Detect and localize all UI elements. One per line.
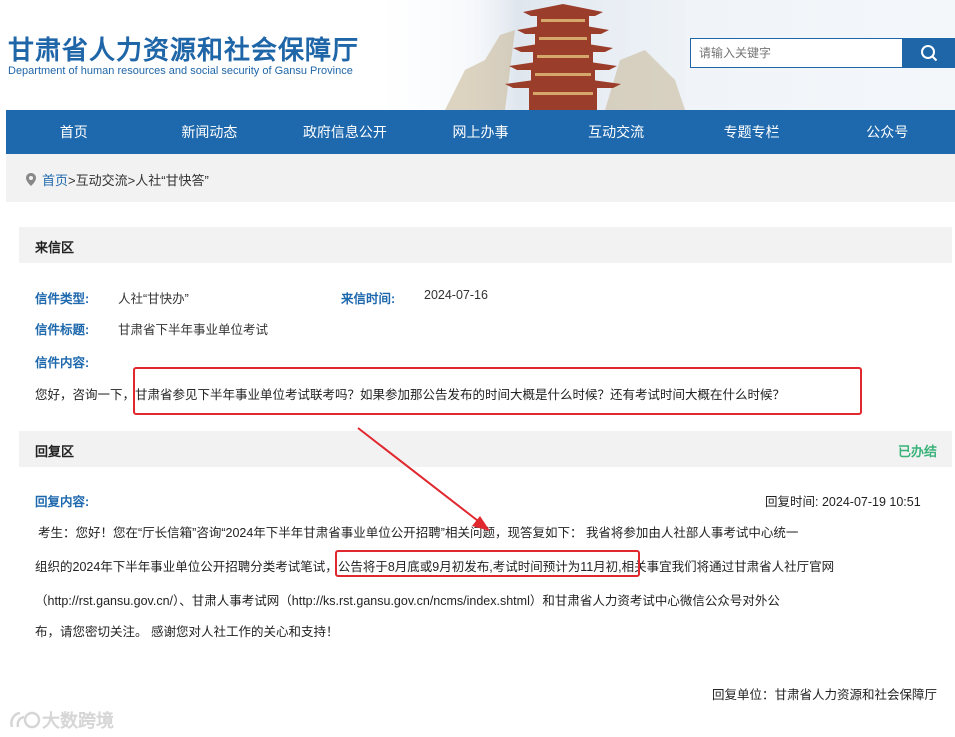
reply-line-4: 布，请您密切关注。 感谢您对人社工作的关心和支持！: [35, 625, 339, 639]
reply-line-1: 考生：您好！您在“厅长信箱”咨询“2024年下半年甘肃省事业单位公开招聘”相关问…: [38, 526, 799, 540]
reply-unit: 回复单位：甘肃省人力资源和社会保障厅: [711, 688, 937, 702]
reply-section-header: 回复区 已办结: [19, 431, 952, 467]
breadcrumb-path: >互动交流>人社“甘快答”: [68, 173, 209, 188]
nav-item-home[interactable]: 首页: [6, 110, 142, 154]
letter-time-label: 来信时间:: [341, 292, 396, 306]
watermark-text: 大数跨境: [42, 711, 114, 731]
main-nav: 首页 新闻动态 政府信息公开 网上办事 互动交流 专题专栏 公众号: [6, 110, 955, 154]
reply-line-2-a: 组织的2024年下半年事业单位公开招聘分类考试笔试，: [35, 560, 338, 574]
watermark-logo-icon: [10, 711, 41, 729]
nav-item-public-account[interactable]: 公众号: [819, 110, 955, 154]
reply-section-title: 回复区: [35, 444, 75, 459]
search-input[interactable]: [690, 38, 902, 68]
letter-section-header: 来信区: [19, 227, 952, 263]
highlight-box-question: [133, 367, 862, 415]
reply-line-3: （http://rst.gansu.gov.cn/）、甘肃人事考试网（http:…: [35, 594, 780, 608]
letter-subject-value: 甘肃省下半年事业单位考试: [118, 323, 269, 337]
reply-time-label: 回复时间:: [765, 495, 819, 509]
letter-subject-label: 信件标题:: [35, 323, 90, 337]
breadcrumb-home-link[interactable]: 首页: [42, 170, 68, 189]
nav-item-interaction[interactable]: 互动交流: [548, 110, 684, 154]
reply-time-value: 2024-07-19 10:51: [821, 495, 921, 509]
search-icon: [920, 45, 937, 62]
search-button[interactable]: [902, 38, 955, 68]
letter-time-value: 2024-07-16: [424, 288, 488, 302]
breadcrumb: 首页 >互动交流>人社“甘快答”: [26, 170, 209, 189]
site-header: 甘肃省人力资源和社会保障厅 Department of human resour…: [0, 0, 955, 110]
nav-item-gov-info[interactable]: 政府信息公开: [277, 110, 413, 154]
pagoda-banner-image: [445, 0, 685, 110]
reply-content-label: 回复内容:: [35, 495, 90, 509]
letter-section-title: 来信区: [35, 240, 75, 255]
reply-line-2-c: 相关事宜我们将通过甘肃省人社厅官网: [621, 560, 835, 574]
site-subtitle: Department of human resources and social…: [8, 65, 353, 77]
location-pin-icon: [26, 173, 36, 186]
nav-item-topics[interactable]: 专题专栏: [684, 110, 820, 154]
nav-item-news[interactable]: 新闻动态: [142, 110, 278, 154]
letter-content-label: 信件内容:: [35, 356, 90, 370]
letter-type-label: 信件类型:: [35, 292, 90, 306]
letter-type-value: 人社“甘快办”: [118, 292, 189, 306]
status-badge: 已办结: [897, 444, 937, 459]
highlight-box-answer: [335, 550, 640, 577]
site-title[interactable]: 甘肃省人力资源和社会保障厅: [8, 30, 359, 67]
reply-time: 回复时间: 2024-07-19 10:51: [765, 491, 921, 510]
breadcrumb-bar: 首页 >互动交流>人社“甘快答”: [6, 154, 955, 202]
nav-item-online-service[interactable]: 网上办事: [413, 110, 549, 154]
watermark: 大数跨境: [8, 707, 114, 733]
